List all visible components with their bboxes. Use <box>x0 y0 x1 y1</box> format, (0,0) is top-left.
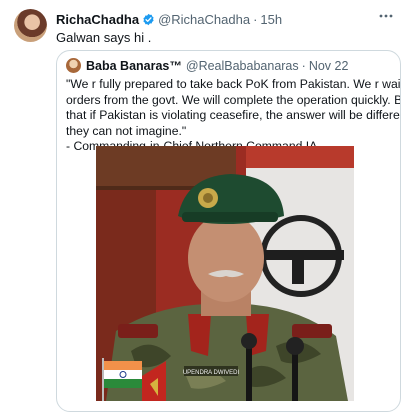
quoted-tweet-text: "We r fully prepared to take back PoK fr… <box>66 77 401 155</box>
author-name[interactable]: RichaChadha <box>56 12 139 27</box>
quoted-text-line: "We r fully prepared to take back PoK fr… <box>66 77 401 91</box>
separator-dot: · <box>253 11 258 27</box>
quoted-author-name[interactable]: Baba Banaras™ <box>86 59 182 73</box>
quoted-author-handle[interactable]: @RealBababanaras <box>186 59 299 73</box>
nametag-text: UPENDRA DWIVEDI <box>183 370 240 376</box>
timestamp[interactable]: 15h <box>260 12 282 27</box>
quoted-separator-dot: · <box>301 58 306 73</box>
quoted-text-line: they can not imagine." <box>66 123 187 138</box>
avatar[interactable] <box>14 9 47 42</box>
quoted-tweet-header: Baba Banaras™ @RealBababanaras · Nov 22 <box>66 58 348 73</box>
tweet-text: Galwan says hi . <box>56 30 152 45</box>
quoted-tweet[interactable]: Baba Banaras™ @RealBababanaras · Nov 22 … <box>56 50 401 412</box>
author-handle[interactable]: @RichaChadha <box>158 12 250 27</box>
quoted-avatar[interactable] <box>66 58 81 73</box>
quoted-timestamp[interactable]: Nov 22 <box>309 59 349 73</box>
tweet[interactable]: RichaChadha @RichaChadha · 15h Galwan sa… <box>0 0 410 412</box>
officer-photo-illustration: UPENDRA DWIVEDI <box>96 146 354 401</box>
quoted-photo[interactable]: UPENDRA DWIVEDI <box>96 146 354 401</box>
quoted-text-line: that if Pakistan is violating ceasefire,… <box>66 108 400 122</box>
more-icon[interactable] <box>378 8 394 28</box>
quoted-text-line: orders from the govt. We will complete t… <box>66 92 401 107</box>
tweet-header: RichaChadha @RichaChadha · 15h <box>56 10 396 28</box>
verified-badge-icon <box>142 13 155 26</box>
